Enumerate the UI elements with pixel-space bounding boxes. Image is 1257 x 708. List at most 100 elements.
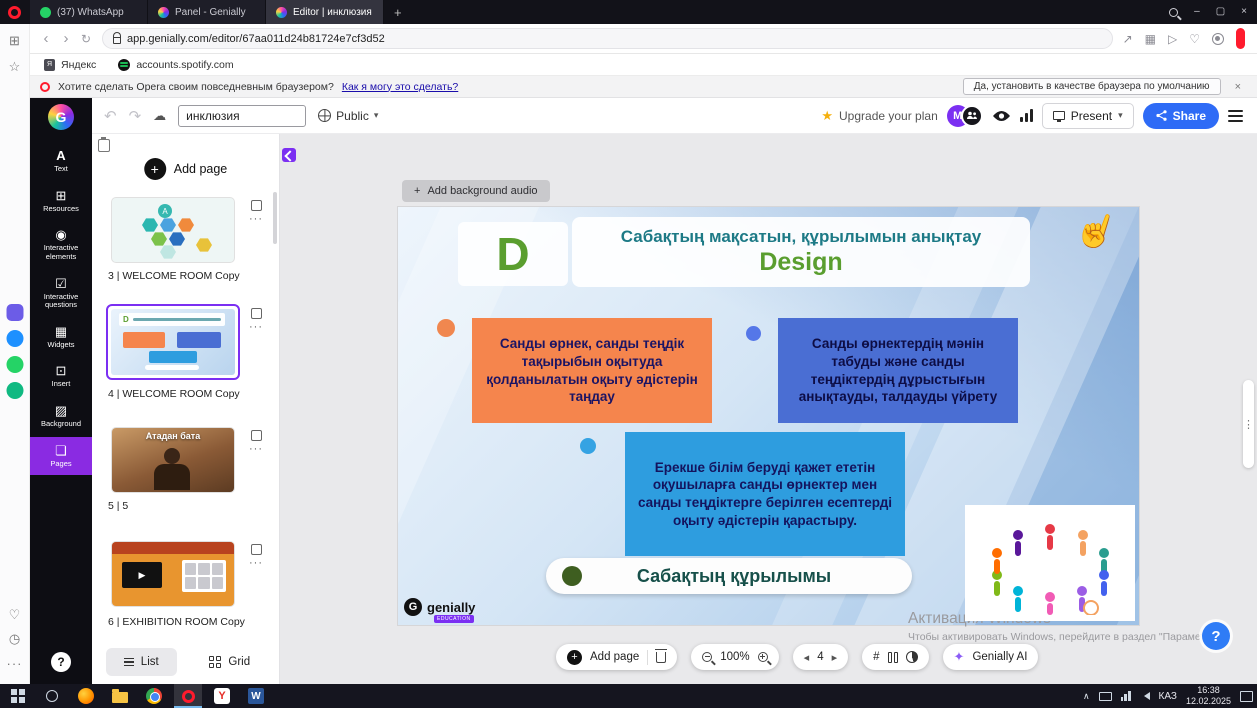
action-center-icon[interactable] [1240, 691, 1253, 702]
share-button[interactable]: Share [1143, 103, 1219, 129]
page-thumbnail-4-selected[interactable]: D [106, 304, 240, 380]
add-page-button[interactable]: + Add page [144, 158, 228, 180]
set-default-browser-button[interactable]: Да, установить в качестве браузера по ум… [963, 78, 1221, 95]
slide-structure-pill[interactable]: Сабақтың құрылымы [546, 558, 912, 594]
delete-page-icon[interactable] [656, 652, 666, 663]
duplicate-page-icon[interactable] [251, 544, 262, 555]
minimize-button[interactable]: – [1194, 0, 1200, 24]
zoom-out-icon[interactable] [702, 652, 712, 662]
new-tab-button[interactable]: + [384, 5, 412, 20]
help-bubble-button[interactable]: ? [1202, 622, 1230, 650]
cyan-bullet-dot[interactable] [580, 438, 596, 454]
history-clock-icon[interactable]: ◷ [6, 630, 24, 648]
redo-button[interactable]: ↷ [129, 107, 142, 125]
present-button[interactable]: Present ▾ [1042, 103, 1134, 129]
blue-bullet-dot[interactable] [746, 326, 761, 341]
duplicate-page-icon[interactable] [251, 200, 262, 211]
add-background-audio-button[interactable]: + Add background audio [402, 180, 550, 202]
pages-scrollbar[interactable] [273, 192, 277, 244]
speed-dial-icon[interactable]: ⊞ [6, 32, 24, 50]
whatsapp-rail-icon[interactable] [6, 356, 23, 373]
page-thumbnail-6[interactable]: ▶ [112, 542, 234, 606]
add-page-pill[interactable]: + Add page [556, 644, 677, 670]
volume-icon[interactable] [1140, 692, 1150, 700]
duplicate-page-icon[interactable] [251, 430, 262, 441]
banner-link[interactable]: Как я могу это сделать? [342, 81, 458, 93]
page-label-4[interactable]: 4 | WELCOME ROOM Copy [108, 388, 258, 400]
genially-logo[interactable]: G [48, 104, 74, 130]
profile-icon[interactable] [1212, 33, 1224, 45]
opera-taskbar-icon[interactable] [174, 684, 202, 708]
opera-logo-icon[interactable] [8, 6, 21, 19]
forward-button[interactable]: › [56, 30, 76, 47]
page-thumbnail-5[interactable]: Атадан бата [112, 428, 234, 492]
file-explorer-icon[interactable] [106, 684, 134, 708]
view-list-button[interactable]: List [106, 648, 177, 676]
tab-genially-editor[interactable]: Editor | инклюзия [266, 0, 384, 24]
slide-letter-box[interactable]: D [458, 222, 568, 286]
bookmarks-star-icon[interactable]: ☆ [6, 58, 24, 76]
tray-expand-icon[interactable]: ∧ [1083, 691, 1090, 702]
url-field[interactable]: app.genially.com/editor/67aa011d24b81724… [102, 28, 1113, 49]
back-button[interactable]: ‹ [36, 30, 56, 47]
network-icon[interactable] [1121, 691, 1131, 701]
cortana-search-icon[interactable] [38, 684, 66, 708]
sidebar-item-text[interactable]: A Text [30, 142, 92, 181]
sidebar-item-widgets[interactable]: ▦ Widgets [30, 318, 92, 357]
slide[interactable]: D Сабақтың мақсатын, құрылымын анықтау D… [398, 207, 1139, 625]
firefox-taskbar-icon[interactable] [72, 684, 100, 708]
view-grid-button[interactable]: Grid [195, 648, 266, 676]
close-button[interactable]: × [1241, 0, 1247, 24]
pin-icon[interactable] [282, 148, 296, 162]
banner-close-icon[interactable]: × [1229, 81, 1247, 93]
touch-keyboard-icon[interactable] [1099, 692, 1112, 701]
page-label-6[interactable]: 6 | EXHIBITION ROOM Copy [108, 616, 258, 628]
page-menu-icon[interactable]: ··· [249, 215, 263, 223]
page-label-3[interactable]: 3 | WELCOME ROOM Copy [108, 270, 258, 282]
rail-more-icon[interactable]: ··· [6, 654, 24, 672]
preview-eye-icon[interactable] [992, 110, 1011, 122]
slide-box-orange[interactable]: Санды өрнек, санды теңдік тақырыбын оқыт… [472, 318, 712, 423]
word-taskbar-icon[interactable]: W [242, 684, 270, 708]
extensions-icon[interactable]: ▦ [1145, 32, 1156, 46]
page-menu-icon[interactable]: ··· [249, 323, 263, 331]
board-view-icon[interactable] [98, 139, 110, 152]
undo-button[interactable]: ↶ [104, 107, 117, 125]
collaborators-icon[interactable] [961, 105, 983, 127]
genially-ai-button[interactable]: ✦ Genially AI [943, 644, 1039, 670]
orange-bullet-dot[interactable] [437, 319, 455, 337]
people-circle-image[interactable] [965, 505, 1135, 621]
facebook-messenger-icon[interactable] [6, 330, 23, 347]
maximize-button[interactable]: ▢ [1216, 0, 1225, 24]
editor-canvas[interactable]: + Add background audio D Сабақтың мақсат… [280, 134, 1257, 684]
slide-title-box[interactable]: Сабақтың мақсатын, құрылымын анықтау Des… [572, 217, 1030, 287]
reload-button[interactable]: ↻ [76, 32, 96, 46]
split-view-icon[interactable] [888, 652, 898, 663]
page-menu-icon[interactable]: ··· [249, 445, 263, 453]
project-title-input[interactable] [178, 105, 306, 127]
duplicate-page-icon[interactable] [251, 308, 262, 319]
upgrade-plan-button[interactable]: ★ Upgrade your plan [821, 108, 937, 124]
tab-whatsapp[interactable]: (37) WhatsApp [30, 0, 148, 24]
page-label-5[interactable]: 5 | 5 [108, 500, 258, 512]
bookmark-yandex[interactable]: Я Яндекс [44, 59, 96, 71]
taskbar-clock[interactable]: 16:38 12.02.2025 [1186, 685, 1231, 708]
visibility-selector[interactable]: Public ▾ [318, 109, 378, 123]
analytics-icon[interactable] [1020, 109, 1033, 122]
prev-page-icon[interactable]: ◂ [804, 651, 810, 664]
slide-box-blue[interactable]: Санды өрнектердің мәнін табуды және санд… [778, 318, 1018, 423]
heart-icon[interactable]: ♡ [6, 606, 24, 624]
tab-genially-panel[interactable]: Panel - Genially [148, 0, 266, 24]
page-menu-icon[interactable]: ··· [249, 559, 263, 567]
chrome-taskbar-icon[interactable] [140, 684, 168, 708]
canvas-scrollbar-handle[interactable]: ⋮ [1243, 380, 1254, 468]
sidebar-item-interactive-questions[interactable]: ☑ Interactive questions [30, 270, 92, 317]
sidebar-item-background[interactable]: ▨ Background [30, 397, 92, 436]
sidebar-item-resources[interactable]: ⊞ Resources [30, 182, 92, 221]
workspaces-icon[interactable]: ▷ [1168, 32, 1177, 46]
sidebar-item-insert[interactable]: ⊡ Insert [30, 357, 92, 396]
search-icon[interactable] [1169, 8, 1178, 17]
sidebar-item-interactive-elements[interactable]: ◉ Interactive elements [30, 221, 92, 268]
start-button[interactable] [4, 684, 32, 708]
language-indicator[interactable]: КАЗ [1159, 691, 1177, 702]
